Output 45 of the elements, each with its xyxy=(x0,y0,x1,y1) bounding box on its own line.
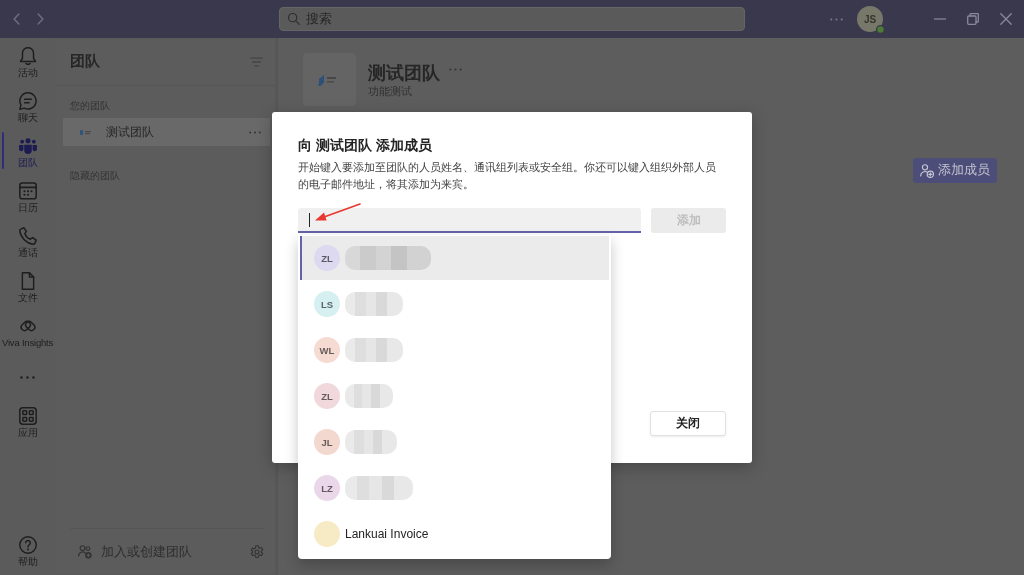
app-grid-icon xyxy=(18,406,37,425)
more-icon[interactable] xyxy=(830,17,843,21)
settings-icon[interactable] xyxy=(250,545,264,559)
suggestion-item[interactable]: LZ xyxy=(300,465,609,511)
people-group-icon xyxy=(18,136,37,155)
user-avatar: LS xyxy=(314,291,340,317)
suggestion-item[interactable]: LS xyxy=(300,281,609,327)
more-icon xyxy=(20,376,35,379)
calendar-icon xyxy=(18,181,37,200)
suggestion-item[interactable]: JL xyxy=(300,419,609,465)
suggestion-item[interactable]: ZL xyxy=(300,373,609,419)
more-icon[interactable] xyxy=(249,130,261,134)
chat-bubble-icon xyxy=(18,91,37,110)
team-list-item[interactable]: 测试团队 xyxy=(63,118,270,146)
close-button[interactable]: 关闭 xyxy=(650,411,726,436)
user-avatar: ZL xyxy=(314,245,340,271)
dialog-description: 开始键入要添加至团队的人员姓名、通讯组列表或安全组。你还可以键入组织外部人员的电子邮件地址，将其添加为来宾。 xyxy=(298,160,717,192)
suggestion-item[interactable]: Lankuai Invoice xyxy=(300,511,609,557)
user-avatar[interactable]: JS xyxy=(857,6,883,32)
pixelated-name xyxy=(345,292,403,316)
suggestion-name: Lankuai Invoice xyxy=(345,527,429,541)
bell-icon xyxy=(18,46,37,65)
text-cursor xyxy=(309,213,310,227)
pixelated-name xyxy=(345,384,393,408)
suggestion-item[interactable]: ZL xyxy=(300,236,609,280)
user-avatar: WL xyxy=(314,337,340,363)
pixelated-name xyxy=(345,476,413,500)
help-icon xyxy=(18,536,37,554)
team-logo-icon xyxy=(303,53,356,106)
pixelated-name xyxy=(345,430,397,454)
pixelated-name xyxy=(345,338,403,362)
person-add-icon xyxy=(920,163,934,178)
user-avatar: JL xyxy=(314,429,340,455)
phone-icon xyxy=(18,226,37,245)
add-member-field[interactable] xyxy=(298,208,641,233)
add-member-button[interactable]: 添加成员 xyxy=(913,158,997,183)
suggestion-item[interactable]: WL xyxy=(300,327,609,373)
people-add-icon xyxy=(78,545,92,559)
user-avatar: LZ xyxy=(314,475,340,501)
close-icon[interactable] xyxy=(1000,13,1012,25)
search-icon xyxy=(288,13,300,25)
user-avatar: ZL xyxy=(314,383,340,409)
team-logo-icon xyxy=(80,129,91,135)
restore-icon[interactable] xyxy=(967,13,979,25)
dialog-title: 向 测试团队 添加成员 xyxy=(298,136,433,155)
